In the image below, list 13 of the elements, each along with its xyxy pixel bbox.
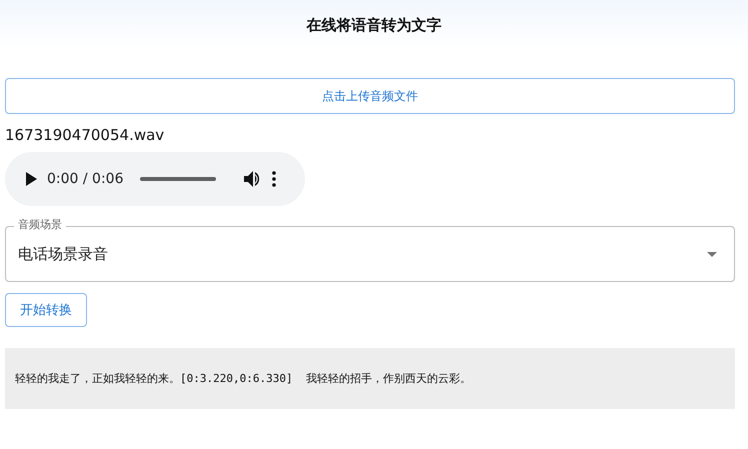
play-icon[interactable] bbox=[25, 172, 37, 186]
upload-button[interactable]: 点击上传音频文件 bbox=[5, 78, 735, 114]
scene-select[interactable]: 音频场景 电话场景录音 bbox=[5, 218, 735, 282]
caret-icon bbox=[707, 252, 717, 256]
field-label: 音频场景 bbox=[14, 218, 66, 232]
result-text: 轻轻的我走了，正如我轻轻的来。[0:3.220,0:6.330] 我轻轻的招手，作别西天的云彩。 bbox=[15, 371, 471, 386]
time-display: 0:00 / 0:06 bbox=[47, 171, 124, 187]
select-value: 电话场景录音 bbox=[18, 244, 108, 264]
volume-icon[interactable] bbox=[244, 171, 262, 187]
more-icon[interactable] bbox=[272, 171, 276, 187]
start-button[interactable]: 开始转换 bbox=[5, 293, 87, 327]
page-title: 在线将语音转为文字 bbox=[306, 16, 442, 36]
file-name: 1673190470054.wav bbox=[5, 126, 166, 144]
